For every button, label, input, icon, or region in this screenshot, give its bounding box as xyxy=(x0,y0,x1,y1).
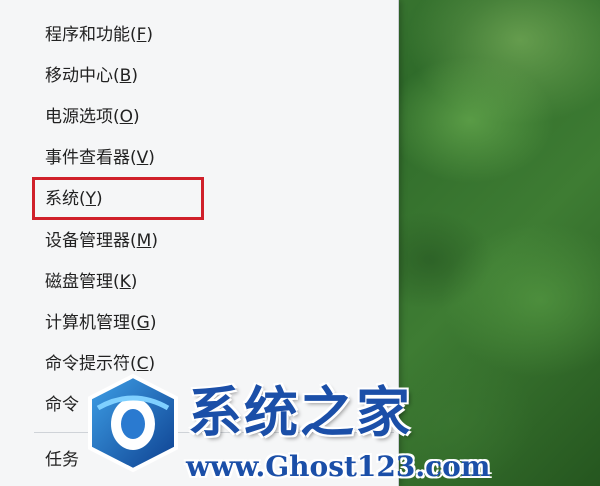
menu-item-label: 电源选项 xyxy=(45,107,113,127)
menu-item-programs-and-features[interactable]: 程序和功能(F) xyxy=(45,20,153,50)
watermark-title: 系统之家 xyxy=(188,381,412,444)
menu-item-event-viewer[interactable]: 事件查看器(V) xyxy=(45,143,155,173)
menu-item-power-options[interactable]: 电源选项(O) xyxy=(45,102,140,132)
menu-item-label: 程序和功能 xyxy=(45,25,130,45)
menu-item-label: 磁盘管理 xyxy=(45,272,113,292)
watermark-logo-icon xyxy=(88,373,178,473)
menu-item-key: K xyxy=(119,272,131,292)
menu-item-device-manager[interactable]: 设备管理器(M) xyxy=(45,226,158,256)
menu-item-computer-management[interactable]: 计算机管理(G) xyxy=(45,308,156,338)
menu-item-key: M xyxy=(136,231,152,251)
watermark-url: www.Ghost123.com xyxy=(186,450,491,483)
menu-item-label: 移动中心 xyxy=(45,66,113,86)
menu-item-disk-management[interactable]: 磁盘管理(K) xyxy=(45,267,137,297)
menu-item-key: G xyxy=(136,313,150,333)
menu-item-mobility-center[interactable]: 移动中心(B) xyxy=(45,61,138,91)
menu-item-key: B xyxy=(119,66,132,86)
menu-item-label: 计算机管理 xyxy=(45,313,130,333)
watermark: 系统之家 www.Ghost123.com xyxy=(78,362,600,486)
menu-item-task-manager[interactable]: 任务 xyxy=(45,445,79,475)
menu-item-key: O xyxy=(119,107,134,127)
menu-item-label: 事件查看器 xyxy=(45,148,130,168)
highlight-box-system xyxy=(32,177,204,220)
menu-item-key: F xyxy=(136,25,147,45)
menu-item-command-prompt-admin[interactable]: 命令 xyxy=(45,390,79,420)
menu-item-label: 任务 xyxy=(45,450,79,470)
menu-item-key: V xyxy=(136,148,149,168)
menu-item-label: 设备管理器 xyxy=(45,231,130,251)
menu-item-label: 命令 xyxy=(45,395,79,415)
